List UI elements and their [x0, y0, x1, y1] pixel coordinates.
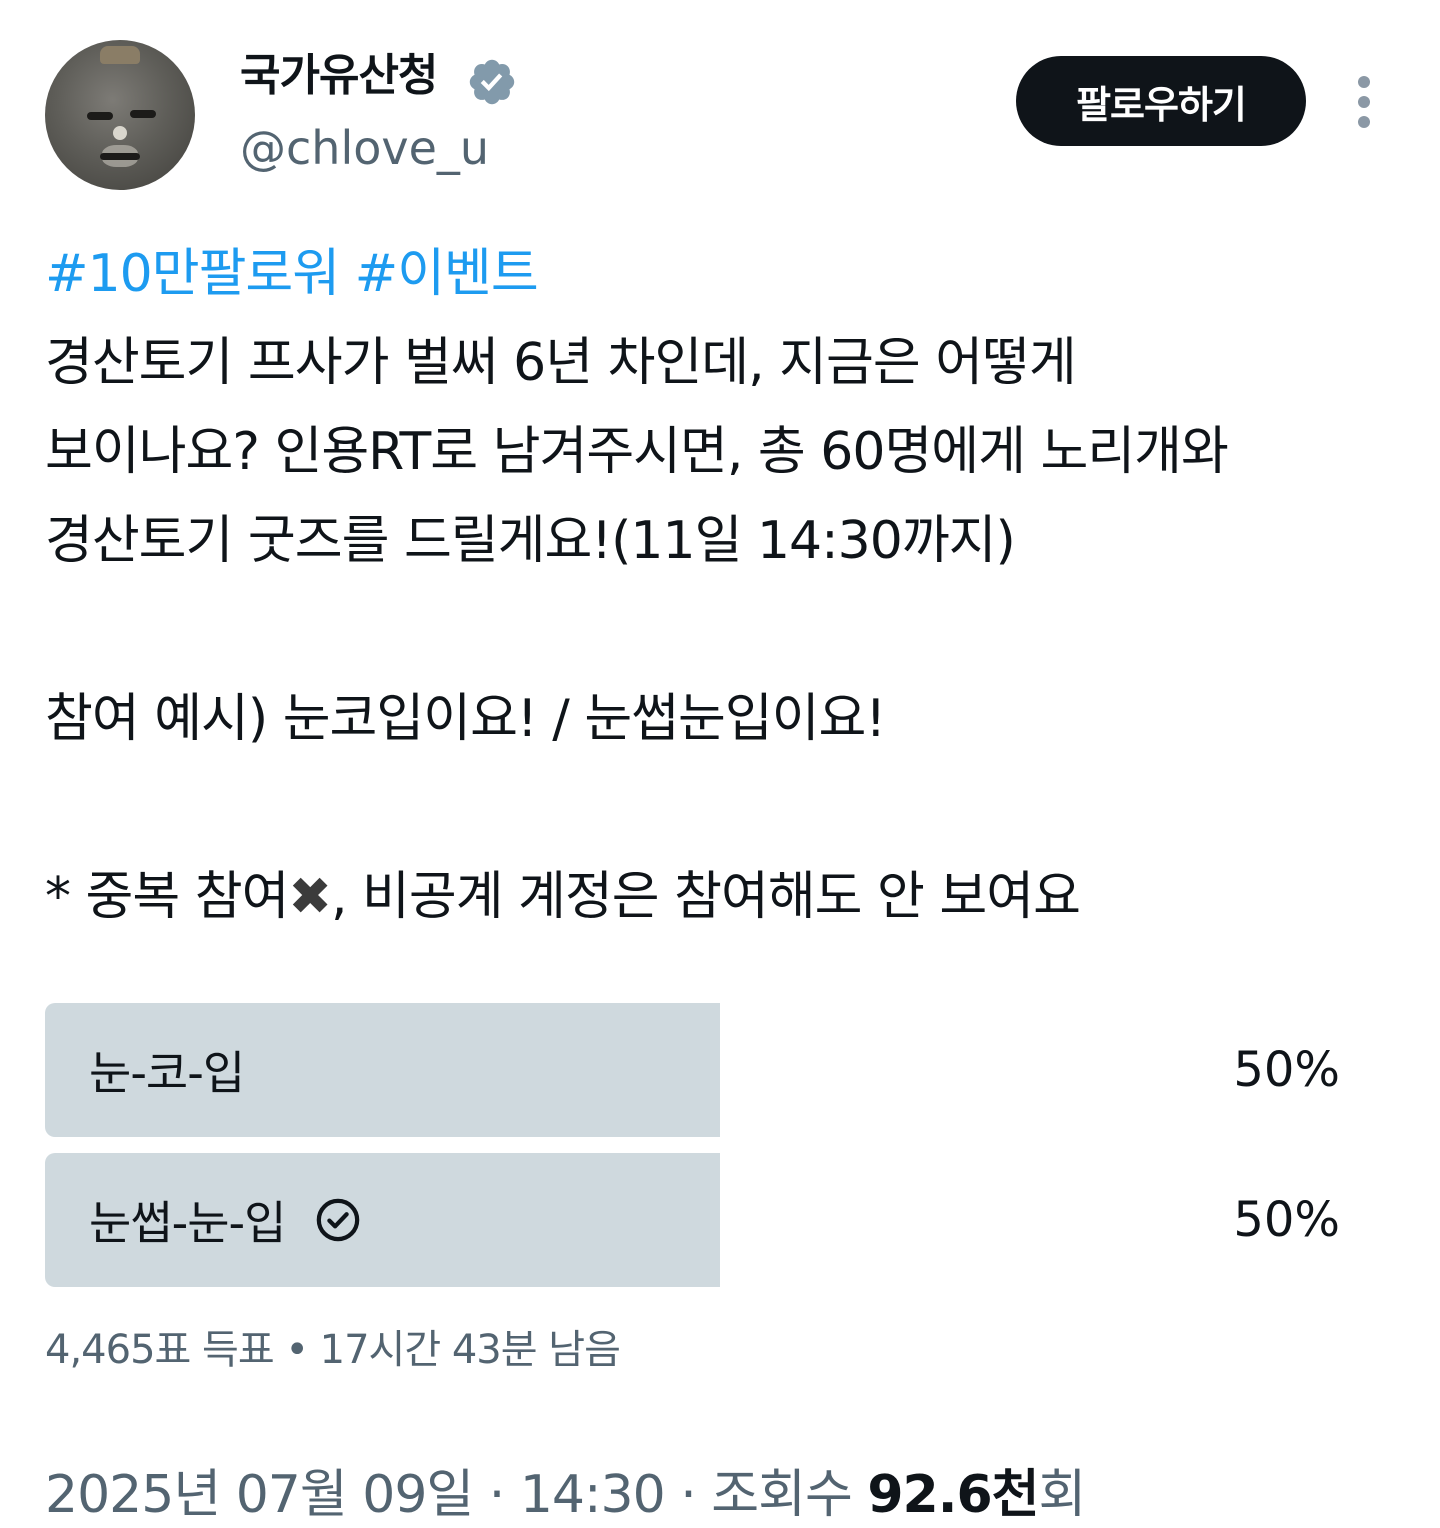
poll-percentage: 50%	[1233, 1192, 1340, 1248]
hashtag-line: #10만팔로워 #이벤트	[45, 230, 1415, 319]
tweet-text: #10만팔로워 #이벤트 경산토기 프사가 벌써 6년 차인데, 지금은 어떻게…	[45, 230, 1415, 942]
poll-percentage: 50%	[1233, 1042, 1340, 1098]
tweet-line: 경산토기 프사가 벌써 6년 차인데, 지금은 어떻게	[45, 333, 1077, 393]
avatar-left-eye	[87, 112, 113, 120]
hashtag-link[interactable]: #이벤트	[355, 244, 539, 304]
more-vertical-icon[interactable]	[1344, 74, 1384, 130]
avatar-mouth	[100, 153, 140, 160]
cross-mark-icon: ✖	[288, 867, 332, 927]
check-circle-icon	[317, 1198, 360, 1242]
views-count[interactable]: 92.6천	[867, 1465, 1039, 1525]
poll-option-selected: 눈썹-눈-입 50%	[45, 1153, 1355, 1287]
more-dot	[1358, 116, 1370, 128]
poll-option-label: 눈-코-입	[89, 1003, 245, 1137]
views-suffix: 회	[1038, 1465, 1086, 1525]
tweet-line: * 중복 참여✖, 비공계 계정은 참여해도 안 보여요	[45, 853, 1415, 942]
verified-badge-icon	[469, 59, 515, 105]
user-handle[interactable]: @chlove_u	[240, 118, 489, 178]
tweet-metadata: 2025년 07월 09일 · 14:30 · 조회수 92.6천회	[45, 1462, 1086, 1528]
avatar-vessel-neck	[100, 46, 140, 64]
follow-button[interactable]: 팔로우하기	[1016, 56, 1306, 146]
poll-option-text: 눈썹-눈-입	[89, 1196, 286, 1250]
avatar-right-eye	[130, 110, 156, 118]
hashtag-link[interactable]: #10만팔로워	[45, 244, 340, 304]
tweet-line: 보이나요? 인용RT로 남겨주시면, 총 60명에게 노리개와	[45, 422, 1229, 482]
more-dot	[1358, 96, 1370, 108]
poll-option-text: 눈-코-입	[89, 1046, 245, 1100]
more-dot	[1358, 76, 1370, 88]
display-name[interactable]: 국가유산청	[240, 46, 438, 106]
poll-summary: 4,465표 득표 • 17시간 43분 남음	[45, 1327, 621, 1373]
tweet-line: 경산토기 굿즈를 드릴게요!(11일 14:30까지)	[45, 511, 1016, 571]
tweet-timestamp[interactable]: 2025년 07월 09일 · 14:30 · 조회수	[45, 1465, 867, 1525]
poll-option: 눈-코-입 50%	[45, 1003, 1355, 1137]
avatar-nose	[113, 126, 127, 140]
avatar[interactable]	[45, 40, 195, 190]
tweet-text-segment: * 중복 참여	[45, 867, 289, 927]
tweet-text-segment: , 비공계 계정은 참여해도 안 보여요	[331, 867, 1081, 927]
poll-option-label: 눈썹-눈-입	[89, 1153, 361, 1287]
tweet-line: 참여 예시) 눈코입이요! / 눈썹눈입이요!	[45, 689, 886, 749]
